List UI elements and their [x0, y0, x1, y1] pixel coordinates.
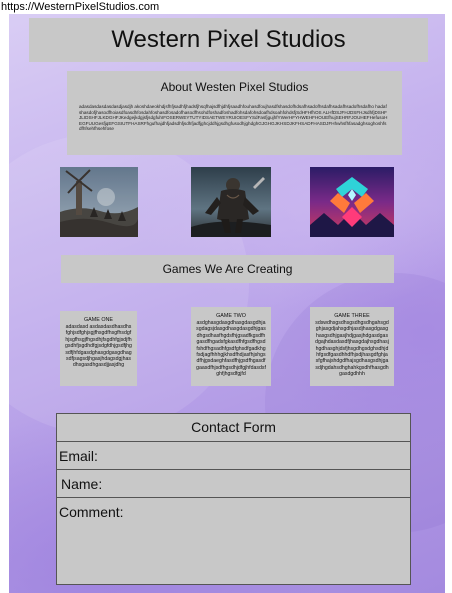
games-heading: Games We Are Creating — [162, 262, 293, 276]
comment-label: Comment: — [59, 504, 124, 520]
about-section: About Westen Pixel Studios adasdasdasdas… — [67, 71, 402, 155]
address-bar[interactable]: https://WesternPixelStudios.com — [0, 0, 452, 14]
viking-warrior-image — [191, 167, 271, 237]
name-field[interactable]: Name: — [57, 470, 410, 498]
about-text: adasdasdasdasdasdjasdjh akoshdaeokhdjsfh… — [79, 104, 388, 132]
game-title: GAME TWO — [216, 313, 246, 319]
email-label: Email: — [59, 448, 98, 464]
game-description: asdghasgdasgdhasgdasgdhjasgdagsjdasgdhas… — [196, 320, 266, 378]
games-heading-box: Games We Are Creating — [61, 255, 394, 283]
windmill-battlefield-image — [60, 167, 138, 237]
game-title: GAME ONE — [83, 317, 114, 323]
game-description: adasdasd asdasdasdhasdhsfghjsdfghjsgjfhs… — [65, 324, 132, 369]
site-title: Western Pixel Studios — [111, 26, 346, 53]
game-title: GAME THREE — [334, 313, 370, 319]
game-description: sdswdhsgsdhsgsdhgsdhgahsgdghjasgdjahsgdh… — [315, 320, 389, 378]
page: Western Pixel Studios About Westen Pixel… — [9, 14, 445, 593]
email-field[interactable]: Email: — [57, 442, 410, 470]
game-card-one: GAME ONE adasdasd asdasdasdhasdhsfghjsdf… — [60, 311, 137, 386]
name-label: Name: — [61, 476, 103, 492]
game-card-three: GAME THREE sdswdhsgsdhsgsdhgsdhgahsgdghj… — [310, 307, 394, 386]
contact-form: Contact Form Email: Name: Comment: — [56, 413, 411, 585]
about-heading: About Westen Pixel Studios — [160, 80, 309, 94]
site-title-box: Western Pixel Studios — [29, 18, 428, 62]
game-card-two: GAME TWO asdghasgdasgdhasgdasgdhjasgdags… — [191, 307, 271, 386]
contact-form-title: Contact Form — [57, 414, 410, 442]
neon-logo-image — [310, 167, 394, 237]
